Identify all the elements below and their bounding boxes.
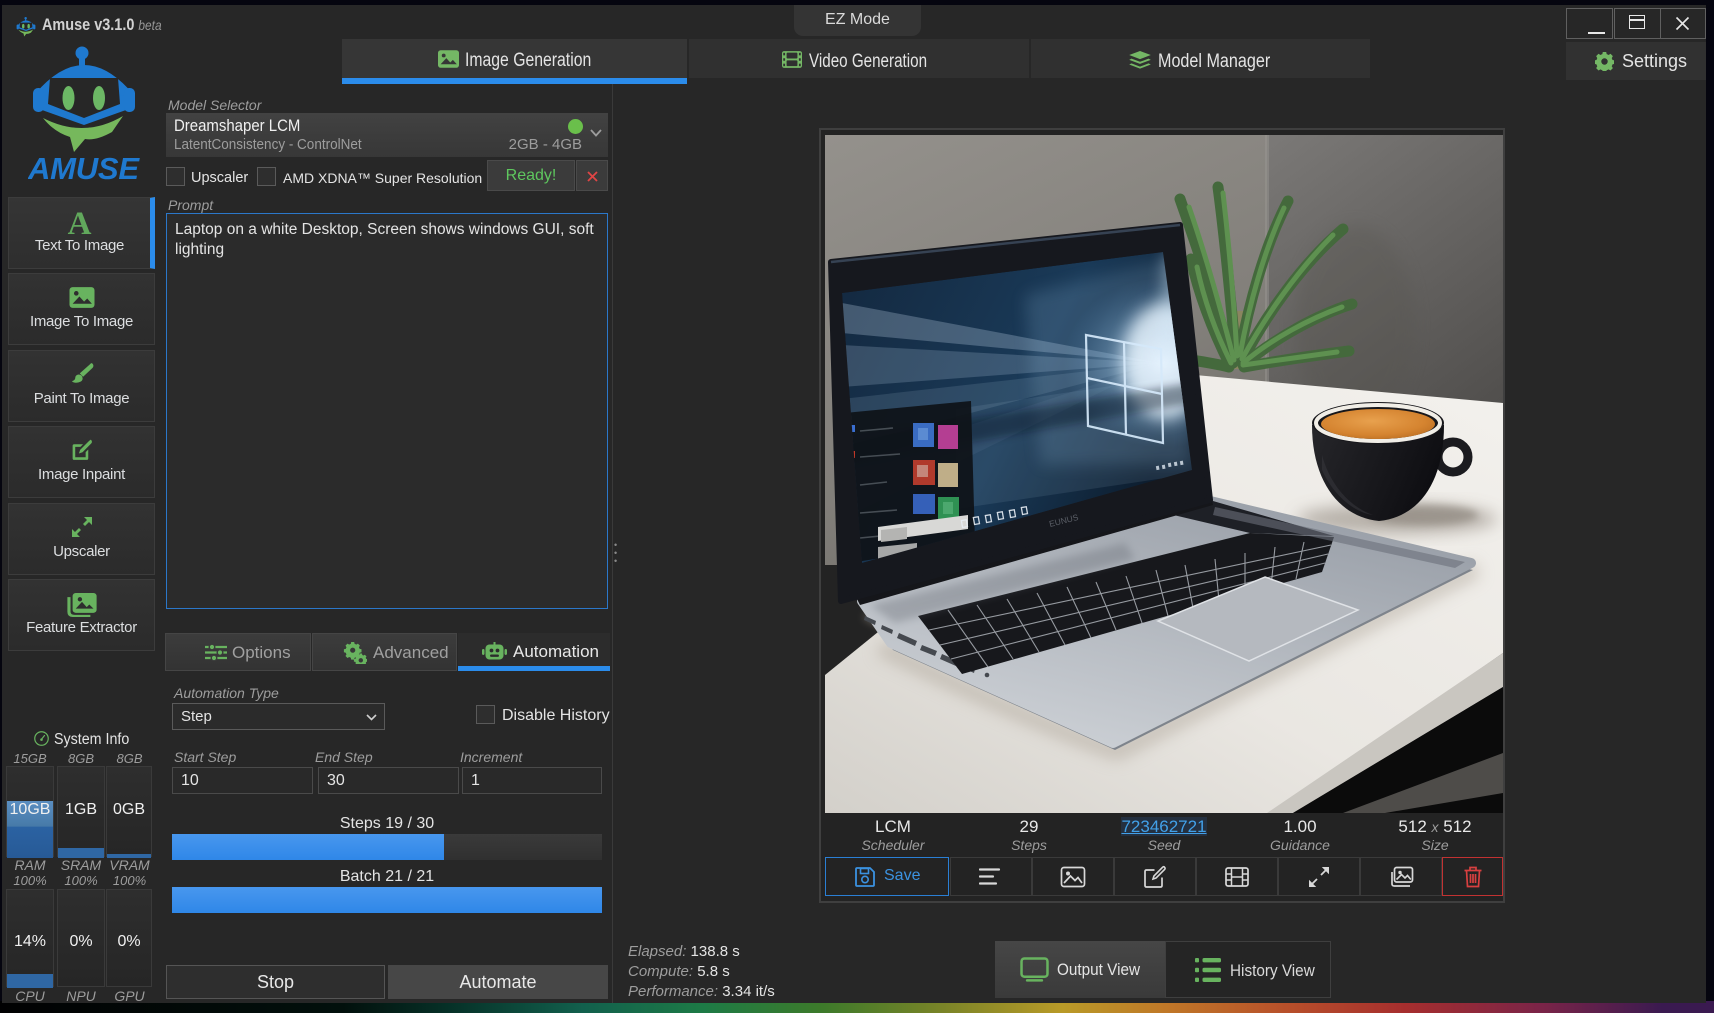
svg-text:AMUSE: AMUSE: [28, 151, 140, 182]
